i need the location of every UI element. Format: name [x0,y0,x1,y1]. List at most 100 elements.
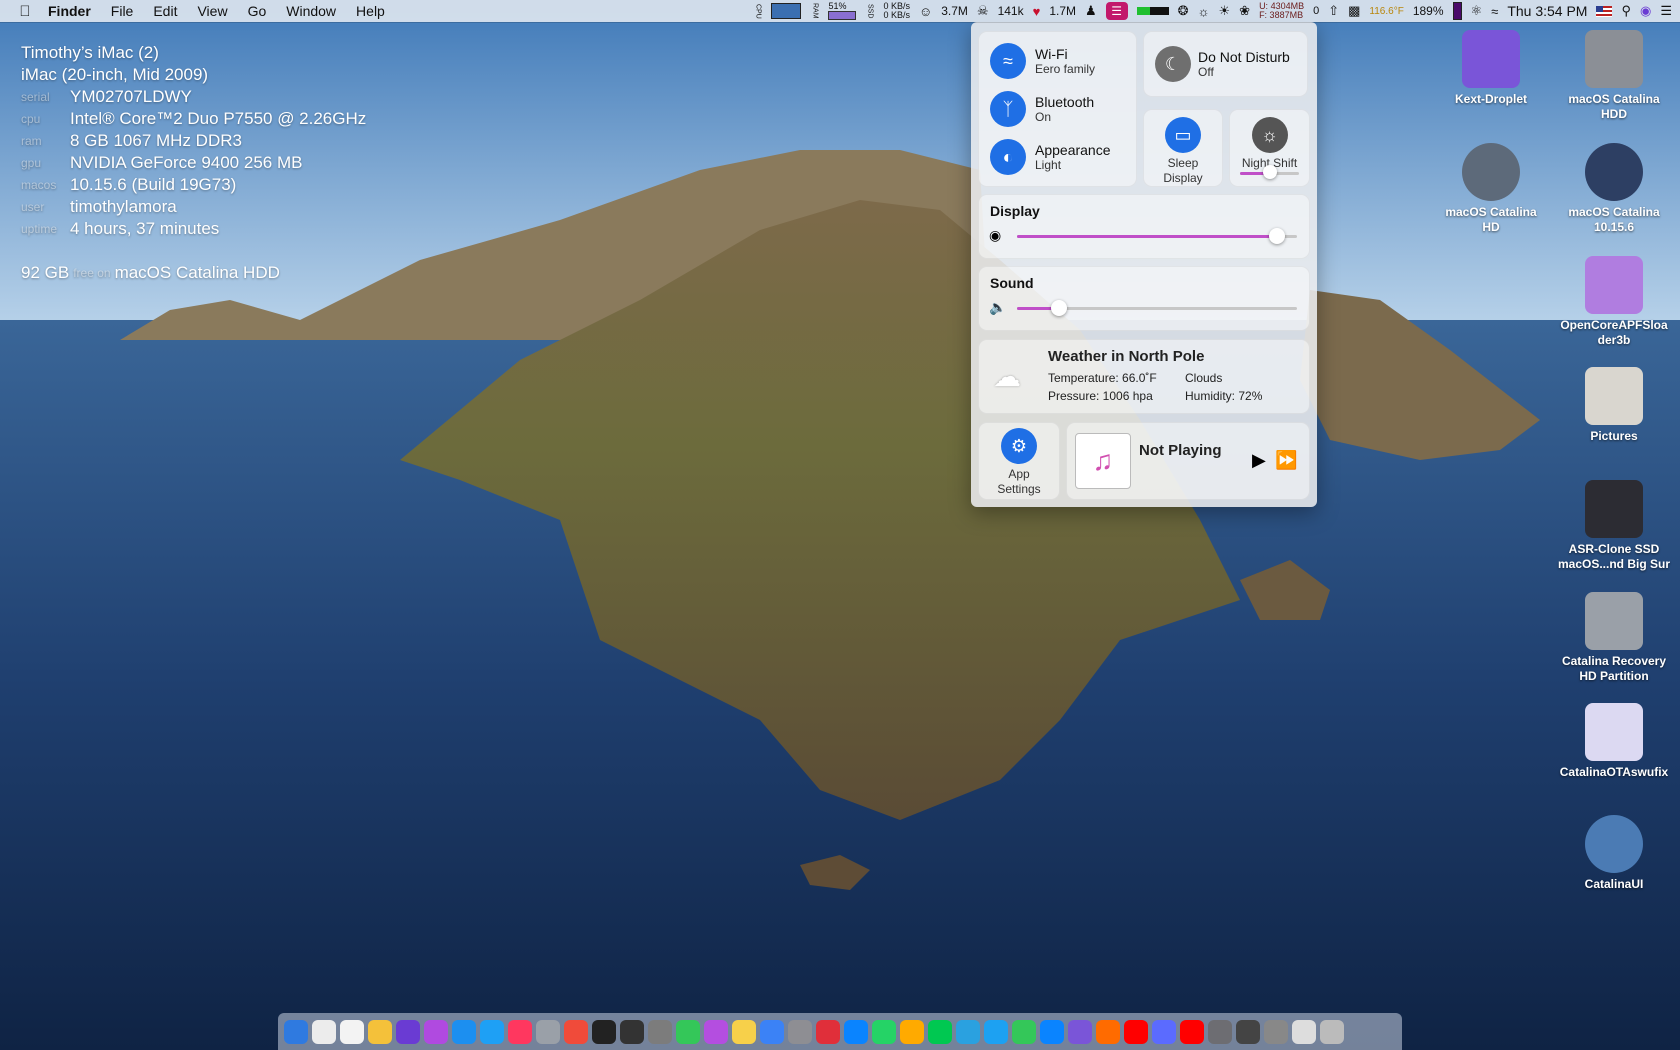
globe-icon[interactable]: ⚛ [1471,3,1483,19]
dock-app-icon[interactable] [956,1019,980,1044]
us-flag-icon[interactable] [1596,5,1613,17]
sleep-display-button[interactable]: ▭ Sleep Display [1143,109,1223,187]
dock-app-icon[interactable] [844,1019,868,1044]
appearance-toggle[interactable]: ◐ Appearance Light [990,139,1111,175]
dock-app-icon[interactable] [872,1019,896,1044]
dock-app-icon[interactable] [536,1019,560,1044]
dock-app-icon[interactable] [900,1019,924,1044]
drive-icon[interactable]: ▩ [1348,3,1360,19]
wifi-toggle[interactable]: ≈ Wi-Fi Eero family [990,43,1095,79]
siri-icon[interactable]: ◉ [1640,3,1651,19]
desktop-icon-catalina-hdd[interactable]: macOS Catalina HDD [1554,30,1674,122]
desktop-icon-catalina-installer[interactable]: macOS Catalina 10.15.6 [1554,143,1674,235]
dock-app-icon[interactable] [1068,1019,1092,1044]
night-shift-slider-knob[interactable] [1262,165,1277,179]
weather-tile[interactable]: ☁ Weather in North Pole Temperature: 66.… [978,339,1310,414]
app-settings-button[interactable]: ⚙ App Settings [978,422,1060,500]
memory-readout[interactable]: U: 4304MB F: 3887MB [1259,2,1304,20]
menu-file[interactable]: File [101,0,144,22]
dock-app-icon[interactable] [1320,1019,1344,1044]
spiral-icon[interactable]: ❂ [1178,3,1189,19]
brightness-high-icon[interactable]: ☀ [1219,3,1231,19]
ram-meter[interactable]: 51% [828,2,857,20]
dock-app-icon[interactable] [1012,1019,1036,1044]
menu-app-name[interactable]: Finder [38,0,101,22]
desktop-icon-catalina-hd[interactable]: macOS Catalina HD [1431,143,1551,235]
fast-forward-icon[interactable]: ⏩ [1275,450,1297,471]
apple-menu-icon[interactable]:  [12,3,38,20]
temperature-readout[interactable]: 116.6°F [1369,6,1403,17]
dock-app-icon[interactable] [1180,1019,1204,1044]
dock-app-icon[interactable] [340,1019,364,1044]
bluetooth-toggle[interactable]: ᛉ Bluetooth On [990,91,1094,127]
desktop-icon-label: Kext-Droplet [1454,92,1527,106]
brightness-low-icon[interactable]: ☼ [1198,4,1210,19]
sync-icon[interactable]: ⇧ [1328,3,1339,19]
dock-app-icon[interactable] [704,1019,728,1044]
dock-app-icon[interactable] [1040,1019,1064,1044]
desktop-icon-recovery[interactable]: Catalina Recovery HD Partition [1554,592,1674,684]
desktop-icon-asr-clone[interactable]: ASR-Clone SSD macOS...nd Big Sur [1554,480,1674,572]
notification-center-icon[interactable]: ☰ [1660,3,1672,19]
stat-3[interactable]: 1.7M [1049,4,1076,18]
dock-app-icon[interactable] [760,1019,784,1044]
menubar-clock[interactable]: Thu 3:54 PM [1507,3,1587,19]
dock-app-icon[interactable] [732,1019,756,1044]
leaf-icon[interactable]: ❀ [1239,3,1250,19]
battery-bar[interactable] [1452,2,1462,20]
music-note-icon[interactable]: ♫ [1075,433,1131,489]
agent-icon[interactable]: ♟ [1085,3,1097,19]
dock-app-icon[interactable] [508,1019,532,1044]
stat-2[interactable]: 141k [998,4,1024,18]
dock-app-icon[interactable] [368,1019,392,1044]
dock-app-icon[interactable] [1292,1019,1316,1044]
spotlight-search-icon[interactable]: ⚲ [1621,3,1631,19]
menu-window[interactable]: Window [276,0,346,22]
desktop-icon-catalina-ui[interactable]: CatalinaUI [1554,815,1674,892]
dock-app-icon[interactable] [480,1019,504,1044]
menu-edit[interactable]: Edit [143,0,187,22]
dock-app-icon[interactable] [1124,1019,1148,1044]
dock-app-icon[interactable] [396,1019,420,1044]
desktop-icon-kext-droplet[interactable]: Kext-Droplet [1431,30,1551,107]
dock-app-icon[interactable] [424,1019,448,1044]
battery-percent[interactable]: 189% [1413,4,1444,18]
network-speed[interactable]: 0 KB/s 0 KB/s [883,2,910,20]
menu-help[interactable]: Help [346,0,395,22]
dock-app-icon[interactable] [788,1019,812,1044]
dock-app-icon[interactable] [1096,1019,1120,1044]
cpu-graph[interactable] [771,3,802,19]
display-brightness-knob[interactable] [1269,228,1286,244]
desktop-icon-pictures[interactable]: Pictures [1554,367,1674,444]
dock-app-icon[interactable] [620,1019,644,1044]
dock-app-icon[interactable] [676,1019,700,1044]
play-icon[interactable]: ▶ [1252,450,1266,471]
menu-go[interactable]: Go [238,0,277,22]
dock-app-icon[interactable] [928,1019,952,1044]
do-not-disturb-toggle[interactable]: ☾ Do Not Disturb Off [1143,31,1308,97]
dock-app-icon[interactable] [1152,1019,1176,1044]
dock-app-icon[interactable] [984,1019,1008,1044]
dock-app-icon[interactable] [284,1019,308,1044]
wifi-icon[interactable]: ≈ [1491,4,1498,19]
sound-volume-knob[interactable] [1051,300,1067,316]
dock-app-icon[interactable] [312,1019,336,1044]
counter-zero[interactable]: 0 [1313,5,1319,17]
desktop-icon-opencore[interactable]: OpenCoreAPFSloa der3b [1554,256,1674,348]
monitor-icon: ▭ [1165,117,1201,153]
display-brightness-slider[interactable] [1017,235,1297,238]
gpu-meter[interactable] [1136,7,1169,15]
dock-app-icon[interactable] [1236,1019,1260,1044]
dock-app-icon[interactable] [592,1019,616,1044]
menu-view[interactable]: View [187,0,237,22]
dock-app-icon[interactable] [816,1019,840,1044]
desktop-icon-ota-fix[interactable]: CatalinaOTAswufix [1554,703,1674,780]
dock-app-icon[interactable] [1208,1019,1232,1044]
stat-1[interactable]: 3.7M [941,4,968,18]
control-center-icon[interactable]: ☰ [1105,2,1128,20]
dock-app-icon[interactable] [452,1019,476,1044]
dock-app-icon[interactable] [1264,1019,1288,1044]
dock-app-icon[interactable] [564,1019,588,1044]
night-shift-icon[interactable]: ☼ [1251,117,1288,153]
dock-app-icon[interactable] [648,1019,672,1044]
